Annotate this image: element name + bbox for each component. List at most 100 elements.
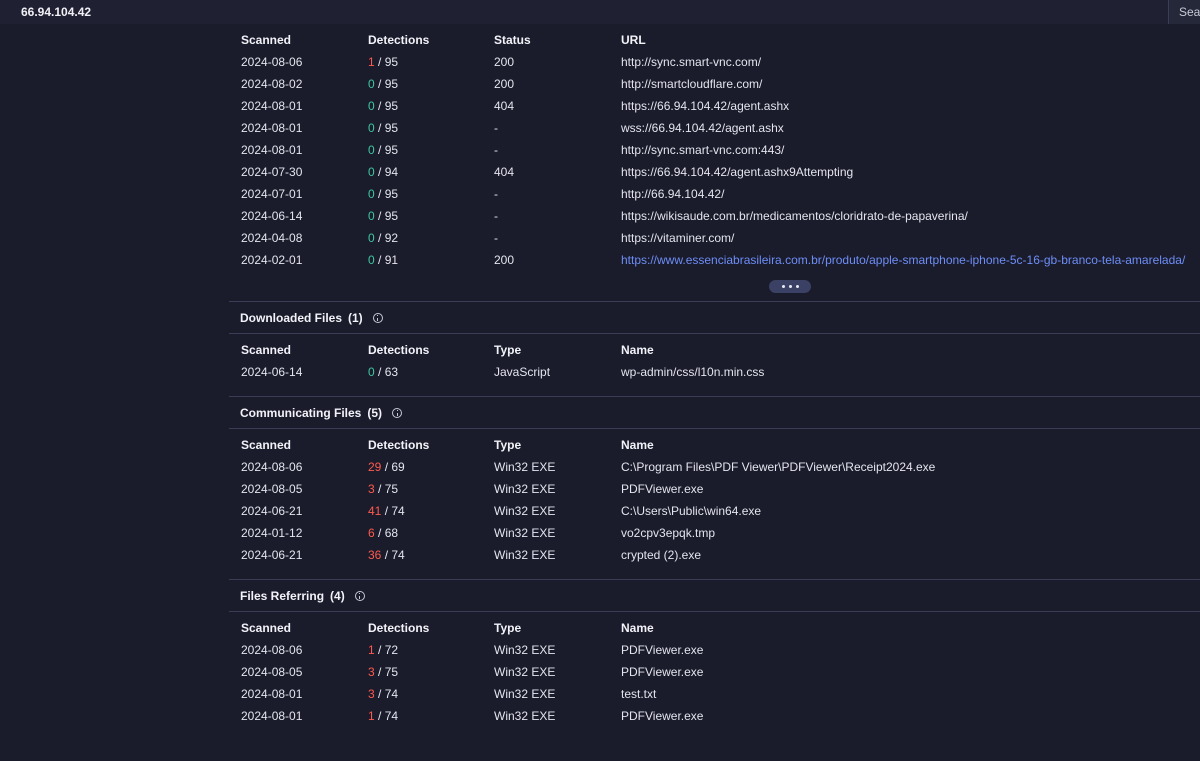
detections: 0 / 91 — [368, 253, 494, 267]
url-link[interactable]: http://sync.smart-vnc.com:443/ — [621, 143, 1200, 157]
scanned-date: 2024-06-14 — [241, 365, 303, 379]
scanned-date: 2024-06-14 — [241, 209, 303, 223]
detection-count: 0 — [368, 165, 375, 179]
detections: 36 / 74 — [368, 548, 494, 562]
table-row: 2024-08-06 1 / 95 200 http://sync.smart-… — [241, 51, 1200, 73]
scanned-date: 2024-01-12 — [241, 526, 303, 540]
detection-count: 1 — [368, 643, 375, 657]
load-more-row — [229, 271, 1200, 301]
header-scanned: Scanned — [241, 621, 292, 635]
file-name[interactable]: C:\Program Files\PDF Viewer\PDFViewer\Re… — [621, 460, 1200, 474]
url-link[interactable]: https://66.94.104.42/agent.ashx — [621, 99, 1200, 113]
status-code: - — [494, 187, 498, 201]
detection-total: / 95 — [374, 121, 399, 135]
header-scanned: Scanned — [241, 438, 292, 452]
detection-count: 3 — [368, 665, 375, 679]
info-icon[interactable] — [372, 312, 383, 323]
detection-count: 0 — [368, 121, 375, 135]
detections: 1 / 74 — [368, 709, 494, 723]
section-title: Files Referring — [240, 588, 325, 603]
status-code: 200 — [494, 55, 515, 69]
table-row: 2024-08-01 0 / 95 404 https://66.94.104.… — [241, 95, 1200, 117]
file-name[interactable]: wp-admin/css/l10n.min.css — [621, 365, 1200, 379]
detections: 41 / 74 — [368, 504, 494, 518]
detection-count: 0 — [368, 231, 375, 245]
file-name[interactable]: C:\Users\Public\win64.exe — [621, 504, 1200, 518]
table-row: 2024-08-05 3 / 75 Win32 EXE PDFViewer.ex… — [241, 661, 1200, 683]
section-count: (5) — [367, 405, 383, 420]
detection-total: / 74 — [374, 687, 399, 701]
detection-total: / 95 — [374, 187, 399, 201]
detection-count: 0 — [368, 143, 375, 157]
file-name[interactable]: test.txt — [621, 687, 1200, 701]
status-code: 200 — [494, 253, 515, 267]
detection-total: / 95 — [374, 209, 399, 223]
scanned-date: 2024-07-01 — [241, 187, 303, 201]
table-row: 2024-08-05 3 / 75 Win32 EXE PDFViewer.ex… — [241, 478, 1200, 500]
url-link[interactable]: https://wikisaude.com.br/medicamentos/cl… — [621, 209, 1200, 223]
search-button[interactable]: Search — [1168, 0, 1200, 24]
downloaded-files-table: Scanned Detections Type Name 2024-06-14 … — [241, 334, 1200, 396]
scanned-date: 2024-04-08 — [241, 231, 303, 245]
detection-total: / 74 — [374, 709, 399, 723]
url-link[interactable]: http://smartcloudflare.com/ — [621, 77, 1200, 91]
header-detections: Detections — [368, 438, 430, 452]
detection-count: 41 — [368, 504, 382, 518]
status-code: - — [494, 143, 498, 157]
info-icon[interactable] — [354, 590, 365, 601]
detection-total: / 74 — [381, 504, 405, 518]
detections: 29 / 69 — [368, 460, 494, 474]
file-name[interactable]: PDFViewer.exe — [621, 709, 1200, 723]
detection-total: / 95 — [374, 77, 399, 91]
file-name[interactable]: crypted (2).exe — [621, 548, 1200, 562]
detection-total: / 74 — [381, 548, 405, 562]
url-link[interactable]: http://sync.smart-vnc.com/ — [621, 55, 1200, 69]
relations-content: Scanned Detections Status URL 2024-08-06… — [229, 24, 1200, 727]
table-header: Scanned Detections Type Name — [241, 617, 1200, 639]
file-type: Win32 EXE — [494, 526, 556, 540]
detection-total: / 91 — [374, 253, 399, 267]
url-link[interactable]: wss://66.94.104.42/agent.ashx — [621, 121, 1200, 135]
scanned-date: 2024-06-21 — [241, 548, 303, 562]
table-row: 2024-02-01 0 / 91 200 https://www.essenc… — [241, 249, 1200, 271]
file-type: Win32 EXE — [494, 504, 556, 518]
info-icon[interactable] — [392, 407, 403, 418]
file-name[interactable]: PDFViewer.exe — [621, 482, 1200, 496]
file-name[interactable]: PDFViewer.exe — [621, 643, 1200, 657]
section-header-files-referring: Files Referring (4) — [229, 579, 1200, 612]
url-link-highlighted[interactable]: https://www.essenciabrasileira.com.br/pr… — [621, 253, 1185, 267]
search-input[interactable] — [0, 0, 1168, 24]
table-row: 2024-04-08 0 / 92 - https://vitaminer.co… — [241, 227, 1200, 249]
table-row: 2024-06-21 36 / 74 Win32 EXE crypted (2)… — [241, 544, 1200, 566]
ellipsis-icon[interactable] — [769, 279, 811, 293]
status-code: 200 — [494, 77, 515, 91]
detection-count: 0 — [368, 99, 375, 113]
table-row: 2024-07-01 0 / 95 - http://66.94.104.42/ — [241, 183, 1200, 205]
section-count: (4) — [330, 588, 345, 603]
detections: 0 / 95 — [368, 121, 494, 135]
detections: 0 / 95 — [368, 187, 494, 201]
detection-count: 1 — [368, 709, 375, 723]
header-type: Type — [494, 621, 522, 635]
header-status: Status — [494, 33, 531, 47]
scanned-date: 2024-08-01 — [241, 709, 303, 723]
scanned-date: 2024-08-01 — [241, 143, 303, 157]
detections: 0 / 92 — [368, 231, 494, 245]
header-detections: Detections — [368, 33, 430, 47]
table-header: Scanned Detections Type Name — [241, 339, 1200, 361]
file-type: Win32 EXE — [494, 709, 556, 723]
detections: 1 / 95 — [368, 55, 494, 69]
detection-total: / 92 — [374, 231, 399, 245]
file-name[interactable]: PDFViewer.exe — [621, 665, 1200, 679]
urls-table: Scanned Detections Status URL 2024-08-06… — [241, 24, 1200, 271]
header-type: Type — [494, 343, 522, 357]
url-link[interactable]: https://vitaminer.com/ — [621, 231, 1200, 245]
scanned-date: 2024-08-01 — [241, 99, 303, 113]
url-link[interactable]: https://66.94.104.42/agent.ashx9Attempti… — [621, 165, 1200, 179]
file-type: Win32 EXE — [494, 548, 556, 562]
detections: 6 / 68 — [368, 526, 494, 540]
url-link[interactable]: http://66.94.104.42/ — [621, 187, 1200, 201]
file-name[interactable]: vo2cpv3epqk.tmp — [621, 526, 1200, 540]
header-type: Type — [494, 438, 522, 452]
status-code: - — [494, 121, 498, 135]
